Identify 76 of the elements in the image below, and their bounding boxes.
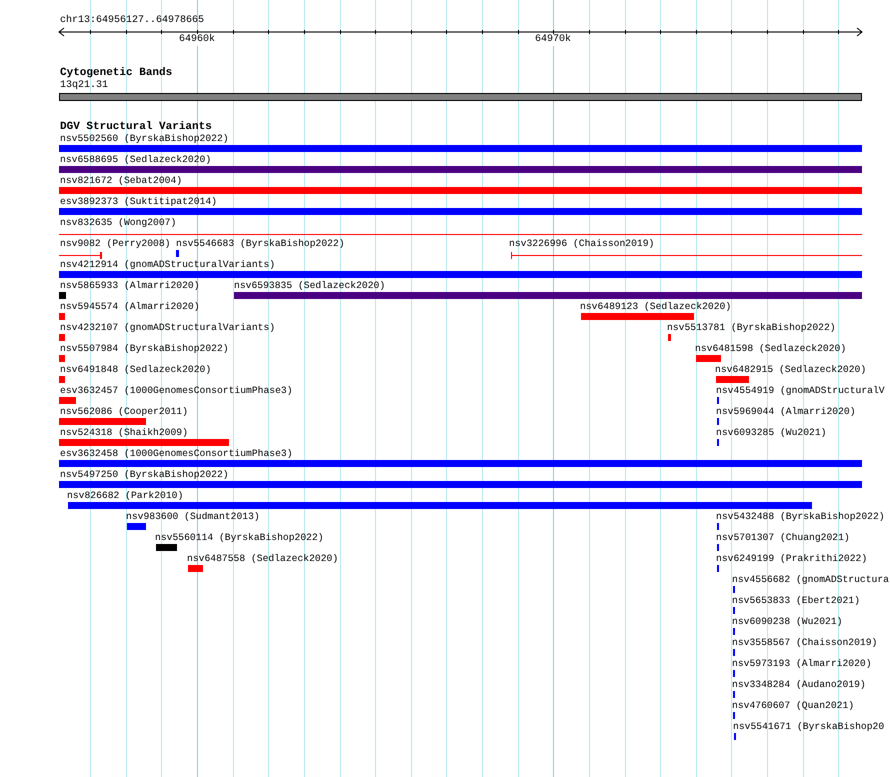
feature-label: nsv6481598 (Sedlazeck2020)	[695, 343, 846, 355]
feature-bar[interactable]	[68, 502, 812, 509]
feature-label: nsv3558567 (Chaisson2019)	[732, 637, 878, 649]
feature-bar[interactable]	[59, 187, 862, 194]
feature-label: nsv5513781 (ByrskaBishop2022)	[667, 322, 836, 334]
feature-label: nsv5541671 (ByrskaBishop20	[733, 721, 884, 733]
feature-label: nsv9082 (Perry2008)	[60, 238, 170, 250]
feature-label: nsv5560114 (ByrskaBishop2022)	[155, 532, 324, 544]
feature-bar[interactable]	[234, 292, 862, 299]
feature-bar[interactable]	[716, 376, 749, 383]
feature-label: nsv4212914 (gnomADStructuralVariants)	[60, 259, 276, 271]
feature-bar[interactable]	[59, 292, 66, 299]
feature-label: nsv5653833 (Ebert2021)	[732, 595, 860, 607]
feature-bar[interactable]	[59, 166, 862, 173]
feature-bar[interactable]	[59, 313, 65, 320]
feature-bar[interactable]	[59, 481, 862, 488]
feature-bar[interactable]	[59, 376, 65, 383]
feature-bar[interactable]	[176, 250, 179, 257]
feature-bar[interactable]	[156, 544, 177, 551]
feature-label: nsv4760607 (Quan2021)	[732, 700, 854, 712]
feature-label: nsv5546683 (ByrskaBishop2022)	[176, 238, 345, 250]
feature-bar[interactable]	[127, 523, 146, 530]
tick-label: 64960k	[178, 34, 216, 46]
feature-label: nsv6491848 (Sedlazeck2020)	[60, 364, 212, 376]
feature-label: nsv5507984 (ByrskaBishop2022)	[60, 343, 229, 355]
feature-label: nsv4556682 (gnomADStructura	[732, 574, 889, 586]
feature-label: nsv832635 (Wong2007)	[60, 217, 176, 229]
feature-bar[interactable]	[59, 145, 862, 152]
feature-bar[interactable]	[59, 397, 76, 404]
feature-label: nsv826682 (Park2010)	[67, 490, 184, 502]
feature-bar[interactable]	[188, 565, 203, 572]
feature-label: nsv5945574 (Almarri2020)	[60, 301, 200, 313]
feature-label: nsv4554919 (gnomADStructuralV	[716, 385, 885, 397]
feature-bar[interactable]	[59, 460, 862, 467]
location-label: chr13:64956127..64978665	[60, 15, 204, 27]
feature-label: nsv6093285 (Wu2021)	[716, 427, 826, 439]
feature-label: nsv6593835 (Sedlazeck2020)	[234, 280, 386, 292]
feature-bar[interactable]	[581, 313, 694, 320]
feature-label: nsv6482915 (Sedlazeck2020)	[715, 364, 866, 376]
band-label: 13q21.31	[60, 80, 108, 92]
feature-label: esv3892373 (Suktitipat2014)	[60, 196, 217, 208]
feature-line[interactable]	[59, 252, 102, 259]
feature-bar[interactable]	[668, 334, 671, 341]
feature-label: nsv5865933 (Almarri2020)	[60, 280, 200, 292]
feature-label: nsv6588695 (Sedlazeck2020)	[60, 154, 212, 166]
feature-bar[interactable]	[696, 355, 721, 362]
feature-label: nsv3348284 (Audano2019)	[732, 679, 866, 691]
feature-label: esv3632458 (1000GenomesConsortiumPhase3)	[60, 448, 293, 460]
feature-label: nsv6090238 (Wu2021)	[732, 616, 842, 628]
feature-label: nsv6249199 (Prakrithi2022)	[716, 553, 868, 565]
feature-label: nsv5432488 (ByrskaBishop2022)	[716, 511, 885, 523]
feature-label: nsv5969044 (Almarri2020)	[716, 406, 856, 418]
feature-label: nsv562086 (Cooper2011)	[60, 406, 188, 418]
feature-label: nsv5701307 (Chuang2021)	[716, 532, 850, 544]
feature-bar[interactable]	[59, 418, 146, 425]
feature-bar[interactable]	[59, 208, 862, 215]
feature-label: nsv821672 (Sebat2004)	[60, 175, 182, 187]
feature-bar[interactable]	[59, 439, 229, 446]
feature-label: nsv4232107 (gnomADStructuralVariants)	[60, 322, 276, 334]
feature-label: esv3632457 (1000GenomesConsortiumPhase3)	[60, 385, 293, 397]
tick-label: 64970k	[534, 34, 572, 46]
track-title: Cytogenetic Bands	[60, 67, 172, 79]
feature-label: nsv5502560 (ByrskaBishop2022)	[60, 133, 229, 145]
feature-line[interactable]	[59, 231, 863, 238]
feature-line[interactable]	[511, 252, 863, 259]
track-title: DGV Structural Variants	[60, 121, 212, 133]
feature-label: nsv6487558 (Sedlazeck2020)	[187, 553, 338, 565]
feature-bar[interactable]	[59, 271, 862, 278]
feature-label: nsv3226996 (Chaisson2019)	[509, 238, 654, 250]
feature-label: nsv524318 (Shaikh2009)	[60, 427, 188, 439]
feature-label: nsv6489123 (Sedlazeck2020)	[580, 301, 732, 313]
feature-label: nsv5973193 (Almarri2020)	[732, 658, 872, 670]
feature-label: nsv983600 (Sudmant2013)	[126, 511, 260, 523]
feature-bar[interactable]	[59, 355, 65, 362]
feature-bar[interactable]	[59, 334, 65, 341]
feature-label: nsv5497250 (ByrskaBishop2022)	[60, 469, 229, 481]
